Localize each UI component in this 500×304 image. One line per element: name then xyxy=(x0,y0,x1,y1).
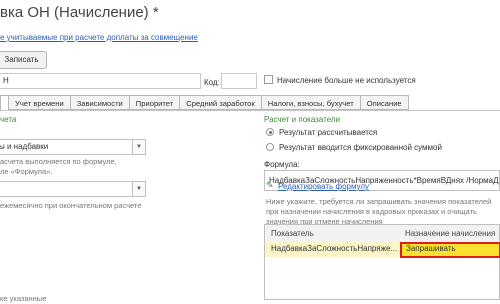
indicators-table: Показатель Назначение начисления Надбавк… xyxy=(264,224,500,300)
name-input[interactable]: Н xyxy=(0,73,201,89)
tab-main[interactable] xyxy=(0,95,9,110)
accrual-kind-value: ы и надбавки xyxy=(0,142,49,151)
right-hint: Ниже укажите, требуется ли запрашивать з… xyxy=(266,197,491,227)
chevron-down-icon[interactable]: ▼ xyxy=(132,140,145,154)
radio-calculated-label: Результат рассчитывается xyxy=(279,128,378,137)
code-label: Код: xyxy=(204,78,220,87)
left-note-3: ке указанные xyxy=(0,294,47,303)
name-input-value: Н xyxy=(3,76,9,85)
accrual-kind-combo[interactable]: ы и надбавки ▼ xyxy=(0,139,146,155)
tab-description[interactable]: Описание xyxy=(360,95,409,110)
radio-calculated[interactable] xyxy=(266,128,274,136)
left-note-1: асчета выполняется по формуле, ле «Форму… xyxy=(0,157,117,177)
table-cell-indicator[interactable]: НадбавкаЗаСложностьНапряже... xyxy=(271,244,397,253)
chevron-down-icon[interactable]: ▼ xyxy=(132,182,145,196)
table-header: Показатель Назначение начисления xyxy=(265,225,499,243)
column-header-assignment: Назначение начисления xyxy=(405,229,496,238)
radio-fixed-sum-label: Результат вводится фиксированной суммой xyxy=(279,143,442,152)
edit-formula-link[interactable]: Редактировать формулу xyxy=(278,182,369,191)
tab-bar: Учет времени Зависимости Приоритет Средн… xyxy=(0,95,409,111)
tab-time-accounting[interactable]: Учет времени xyxy=(9,95,71,110)
not-used-label: Начисление больше не используется xyxy=(277,76,416,85)
not-used-checkbox[interactable] xyxy=(264,75,273,84)
right-hint-line-1: Ниже укажите, требуется ли запрашивать з… xyxy=(266,197,492,206)
left-note-2: ежемесячно при окончательном расчете xyxy=(0,201,142,210)
save-button[interactable]: Записать xyxy=(0,51,47,69)
tab-average-earnings[interactable]: Средний заработок xyxy=(180,95,262,110)
top-link[interactable]: е учитываемые при расчете доплаты за сов… xyxy=(0,33,198,42)
tab-taxes[interactable]: Налоги, взносы, бухучет xyxy=(261,95,361,110)
window-title: вка ОН (Начисление) * xyxy=(0,4,159,21)
formula-label: Формула: xyxy=(264,160,300,169)
right-hint-line-2: при назначении начисления в кадровых при… xyxy=(266,207,477,216)
periodicity-combo[interactable]: ▼ xyxy=(0,181,146,197)
left-note-1-line-1: асчета выполняется по формуле, xyxy=(0,157,117,166)
radio-fixed-sum[interactable] xyxy=(266,143,274,151)
pencil-icon: ✎ xyxy=(266,180,274,190)
tab-dependencies[interactable]: Зависимости xyxy=(70,95,130,110)
left-note-1-line-2: ле «Формула». xyxy=(0,167,53,176)
tab-priority[interactable]: Приоритет xyxy=(129,95,181,110)
right-section-title: Расчет и показатели xyxy=(264,115,341,124)
left-section-title: чета xyxy=(0,115,17,124)
tab-divider xyxy=(0,110,500,111)
column-header-indicator: Показатель xyxy=(271,229,314,238)
table-cell-assignment[interactable]: Запрашивать xyxy=(406,244,456,253)
code-input[interactable] xyxy=(221,73,257,89)
